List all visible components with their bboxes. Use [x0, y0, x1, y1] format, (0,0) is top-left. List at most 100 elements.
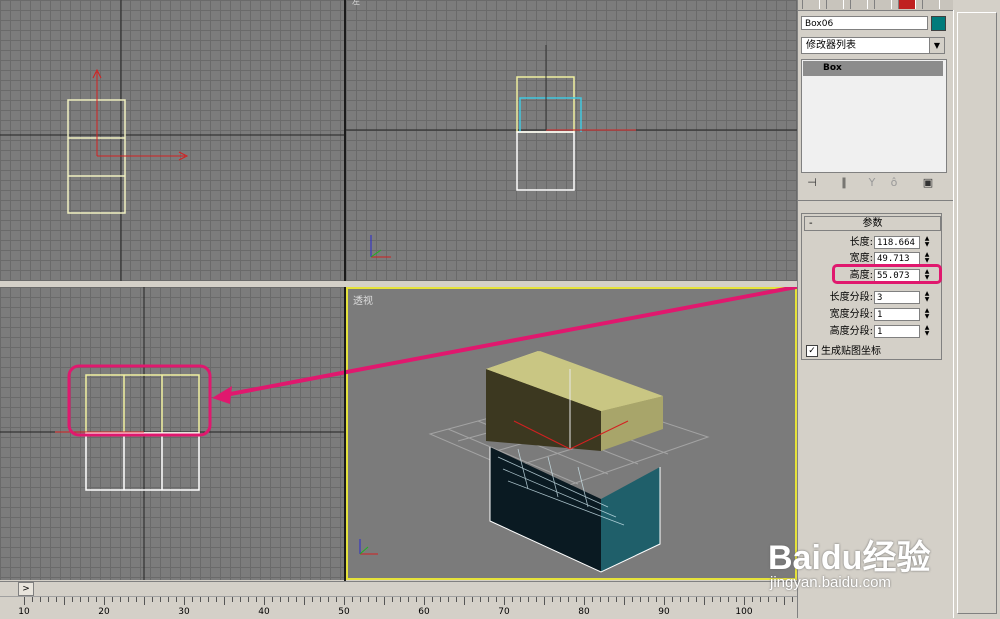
ruler-tick — [120, 597, 121, 602]
ruler-tick — [240, 597, 241, 602]
box-upper — [486, 351, 663, 451]
ruler-tick — [152, 597, 153, 602]
param-label: 长度: — [849, 237, 873, 248]
axis-tripod-icon — [370, 235, 391, 258]
ruler-tick — [176, 597, 177, 602]
ruler-tick — [248, 597, 249, 602]
ruler-tick — [72, 597, 73, 602]
ruler-tick — [712, 597, 713, 602]
ruler-tick — [56, 597, 57, 602]
viewport-top-right[interactable]: 左 — [346, 0, 797, 281]
ruler-tick — [40, 597, 41, 602]
length-segs-field[interactable]: 3 — [874, 291, 920, 304]
ruler-tick — [48, 597, 49, 602]
ruler-tick — [336, 597, 337, 602]
ruler-tick — [680, 597, 681, 602]
ruler-tick — [488, 597, 489, 602]
ruler-tick — [520, 597, 521, 602]
ruler-tick — [560, 597, 561, 602]
separator — [798, 200, 953, 201]
object-color-swatch[interactable] — [931, 16, 946, 31]
utilities-tab-icon[interactable] — [922, 0, 940, 9]
ruler-tick — [376, 597, 377, 602]
ruler-tick — [272, 597, 273, 602]
ruler-tick — [720, 597, 721, 602]
ruler-tick — [168, 597, 169, 602]
spinner-icon[interactable]: ▲ ▼ — [923, 291, 931, 304]
timeline-ruler[interactable]: 10 20 30 40 50 60 70 80 90 100 — [0, 596, 797, 619]
modifier-stack[interactable]: Box — [801, 59, 947, 173]
ruler-tick — [32, 597, 33, 602]
ruler-tick — [296, 597, 297, 602]
ruler-tick — [448, 597, 449, 602]
modify-tab-icon[interactable] — [826, 0, 844, 9]
ruler-tick — [104, 597, 105, 605]
ruler-tick — [320, 597, 321, 602]
ruler-tick — [544, 597, 545, 605]
ruler-tick — [696, 597, 697, 602]
ruler-tick — [632, 597, 633, 602]
viewport-label-perspective: 透视 — [353, 296, 373, 307]
ruler-tick — [400, 597, 401, 602]
ruler-tick — [472, 597, 473, 602]
ruler-tick — [432, 597, 433, 602]
viewport-bottom-left[interactable] — [0, 287, 344, 580]
height-segs-field[interactable]: 1 — [874, 325, 920, 338]
generate-mapping-checkbox[interactable]: ✓ — [806, 345, 818, 357]
generate-mapping-row[interactable]: ✓ 生成贴图坐标 — [806, 345, 881, 359]
ruler-tick — [280, 597, 281, 602]
viewport-bottom-left-scene — [0, 287, 344, 580]
ruler-tick — [456, 597, 457, 602]
make-unique-icon[interactable]: Y — [863, 175, 881, 191]
parameters-rollout-header[interactable]: - 参数 — [804, 216, 941, 231]
configure-sets-icon[interactable]: ▣ — [919, 175, 937, 191]
viewport-perspective[interactable]: 透视 — [346, 287, 797, 580]
pin-stack-icon[interactable]: ⊣ — [803, 175, 821, 191]
ruler-number: 100 — [735, 607, 753, 617]
spinner-icon[interactable]: ▲ ▼ — [923, 325, 931, 338]
highlight-height-field — [832, 264, 942, 284]
time-slider-next-button[interactable]: > — [18, 582, 34, 596]
show-end-result-icon[interactable]: ∥ — [835, 175, 853, 191]
remove-modifier-icon[interactable]: ô — [885, 175, 903, 191]
modifier-list-dropdown[interactable]: 修改器列表 ▼ — [801, 37, 945, 54]
ruler-tick — [352, 597, 353, 602]
viewport-top-left[interactable] — [0, 0, 344, 281]
ruler-tick — [64, 597, 65, 605]
ruler-tick — [384, 597, 385, 605]
display-tab-icon[interactable] — [898, 0, 916, 9]
hierarchy-tab-icon[interactable] — [850, 0, 868, 9]
object-name-field[interactable]: Box06 — [801, 16, 928, 30]
ruler-tick — [112, 597, 113, 602]
highlight-box — [67, 364, 212, 437]
ruler-tick — [360, 597, 361, 602]
ruler-tick — [664, 597, 665, 605]
param-label: 宽度分段: — [829, 309, 873, 320]
ruler-tick — [312, 597, 313, 602]
ruler-tick — [552, 597, 553, 602]
ruler-tick — [640, 597, 641, 602]
ruler-tick — [536, 597, 537, 602]
ruler-tick — [576, 597, 577, 602]
ruler-tick — [128, 597, 129, 602]
time-slider[interactable]: > — [0, 581, 797, 596]
ruler-tick — [256, 597, 257, 602]
ruler-number: 80 — [578, 607, 590, 617]
viewport-divider-vertical[interactable] — [344, 0, 346, 581]
param-row-height-segs: 高度分段: 1 ▲ ▼ — [802, 325, 943, 339]
stack-item-box[interactable]: Box — [803, 61, 943, 76]
motion-tab-icon[interactable] — [874, 0, 892, 9]
param-row-length-segs: 长度分段: 3 ▲ ▼ — [802, 291, 943, 305]
ruler-tick — [736, 597, 737, 602]
ruler-tick — [208, 597, 209, 602]
ruler-number: 10 — [18, 607, 30, 617]
ruler-number: 90 — [658, 607, 670, 617]
create-tab-icon[interactable] — [802, 0, 820, 9]
ruler-tick — [672, 597, 673, 602]
spinner-icon[interactable]: ▲ ▼ — [923, 236, 931, 249]
viewport-divider-horizontal[interactable] — [0, 281, 797, 287]
width-segs-field[interactable]: 1 — [874, 308, 920, 321]
spinner-icon[interactable]: ▲ ▼ — [923, 308, 931, 321]
length-field[interactable]: 118.664 — [874, 236, 920, 249]
chevron-down-icon[interactable]: ▼ — [929, 38, 944, 53]
